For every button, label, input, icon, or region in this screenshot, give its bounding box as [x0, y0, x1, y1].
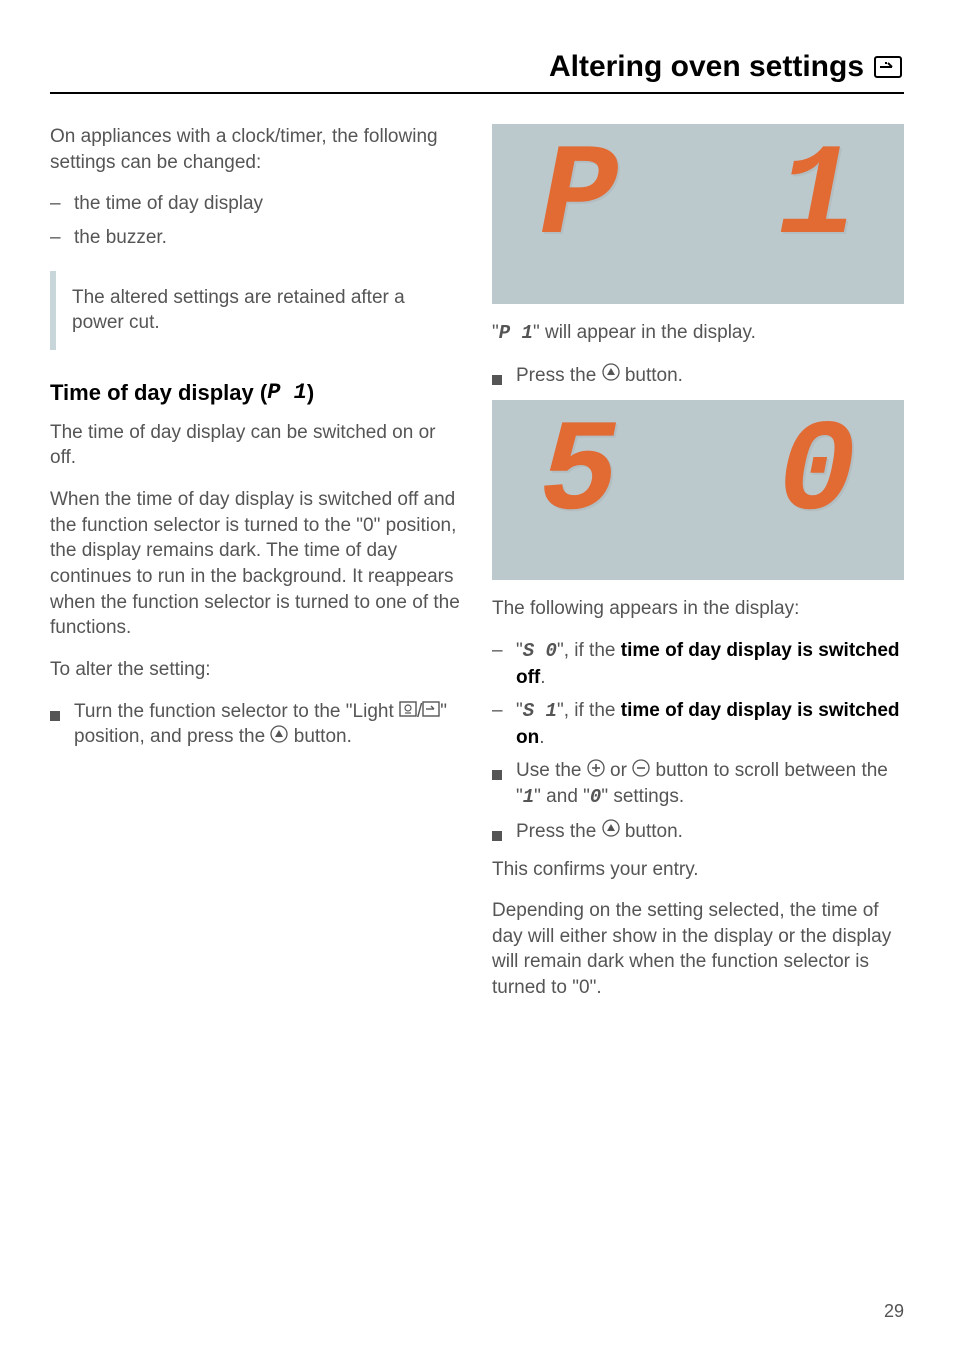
display-caption: The following appears in the display:: [492, 596, 904, 622]
note-box: The altered settings are retained after …: [50, 271, 462, 350]
settings-small-icon: [422, 701, 440, 722]
page-header: Altering oven settings: [50, 50, 904, 94]
triangle-up-icon: [602, 821, 620, 842]
segment-char: 1: [778, 134, 856, 264]
square-bullet-icon: [50, 699, 74, 751]
paragraph: To alter the setting:: [50, 657, 462, 683]
step-item: Turn the function selector to the "Light…: [50, 699, 462, 751]
paragraph: Depending on the setting selected, the t…: [492, 898, 904, 1001]
settings-icon: [872, 54, 904, 80]
segment-char: 5: [540, 410, 618, 540]
paragraph: When the time of day display is switched…: [50, 487, 462, 641]
triangle-up-icon: [270, 727, 288, 748]
segment-char: 0: [778, 410, 856, 540]
paragraph: The time of day display can be switched …: [50, 420, 462, 471]
subheading-time-display: Time of day display (P 1): [50, 380, 462, 406]
square-bullet-icon: [492, 819, 516, 849]
step-item: Use the or button to scroll between the …: [492, 758, 904, 810]
triangle-up-icon: [602, 365, 620, 386]
square-bullet-icon: [492, 363, 516, 393]
display-caption: "P 1" will appear in the display.: [492, 320, 904, 347]
light-icon: [399, 701, 417, 722]
right-column: P 1 "P 1" will appear in the display. Pr…: [492, 124, 904, 1017]
minus-icon: [632, 761, 650, 782]
display-panel-s0: 5 0: [492, 400, 904, 580]
left-column: On appliances with a clock/timer, the fo…: [50, 124, 462, 1017]
dash-icon: –: [492, 638, 516, 690]
display-panel-p1: P 1: [492, 124, 904, 304]
list-item: – "S 0", if the time of day display is s…: [492, 638, 904, 690]
step-item: Press the button.: [492, 363, 904, 393]
paragraph: This confirms your entry.: [492, 857, 904, 883]
dash-icon: –: [492, 698, 516, 750]
intro-text: On appliances with a clock/timer, the fo…: [50, 124, 462, 175]
dash-icon: –: [50, 191, 74, 217]
list-item: – the buzzer.: [50, 225, 462, 251]
header-title: Altering oven settings: [549, 50, 864, 84]
dash-icon: –: [50, 225, 74, 251]
list-item: – "S 1", if the time of day display is s…: [492, 698, 904, 750]
page-number: 29: [884, 1301, 904, 1322]
plus-icon: [587, 761, 605, 782]
list-item: – the time of day display: [50, 191, 462, 217]
step-item: Press the button.: [492, 819, 904, 849]
segment-char: P: [540, 134, 618, 264]
square-bullet-icon: [492, 758, 516, 810]
